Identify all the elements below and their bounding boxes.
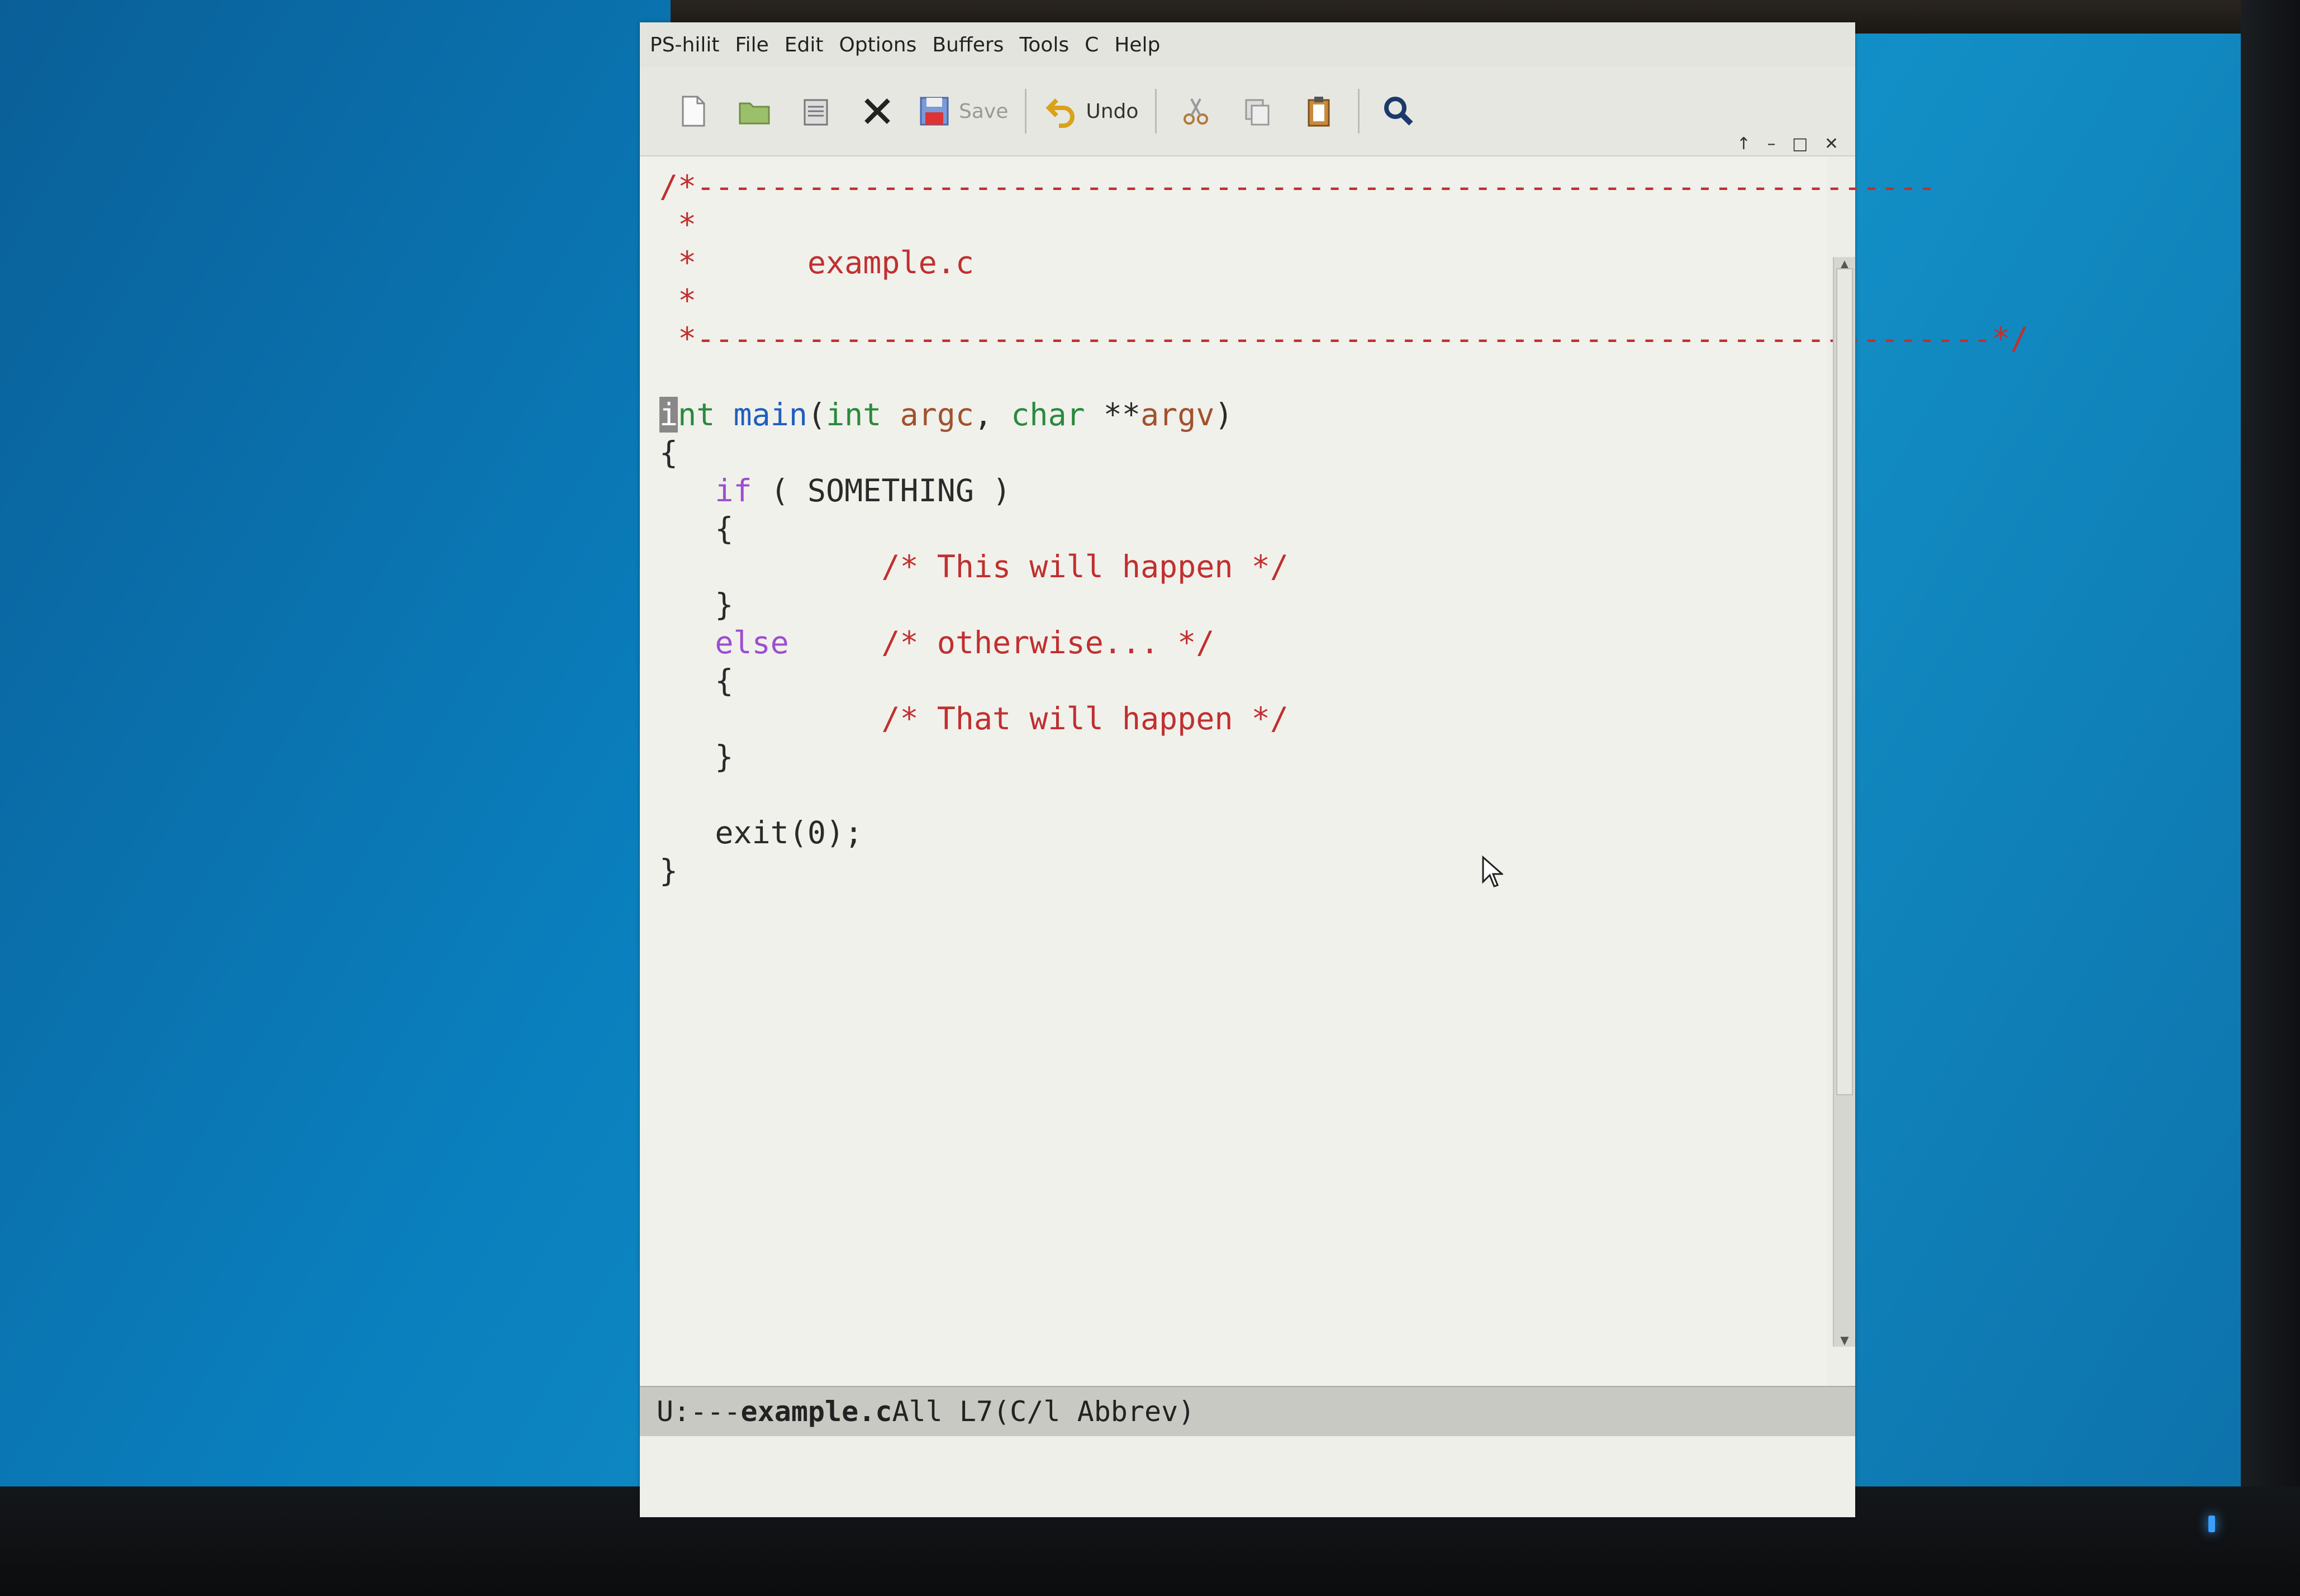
if-condition: ( SOMETHING ) [752, 473, 1011, 509]
search-button[interactable] [1376, 86, 1421, 136]
clipboard-icon [1308, 97, 1330, 127]
menu-file[interactable]: File [735, 34, 769, 56]
copy-button[interactable] [1235, 86, 1280, 136]
exit-statement: exit(0); [715, 815, 863, 851]
cut-button[interactable] [1173, 86, 1218, 136]
scroll-thumb[interactable] [1836, 268, 1853, 1095]
menu-help[interactable]: Help [1114, 34, 1160, 56]
emacs-window: PS-hilit File Edit Options Buffers Tools… [640, 22, 2028, 1517]
directory-icon [804, 99, 828, 126]
scissors-icon [1184, 98, 1209, 125]
undo-arrow-icon [1046, 98, 1075, 128]
monitor-bezel-right [2241, 0, 2300, 1596]
header-comment-line: * [659, 207, 697, 243]
else-keyword: else [715, 625, 789, 661]
toolbar-separator [1025, 89, 1027, 134]
code-line-main: int main(int argc, char **argv) [659, 397, 1233, 433]
menu-c[interactable]: C [1085, 34, 1099, 56]
copy-icon [1245, 99, 1270, 126]
new-file-button[interactable] [671, 86, 715, 136]
modeline-mode[interactable]: (C/l Abbrev) [993, 1395, 1195, 1428]
menu-options[interactable]: Options [839, 34, 916, 56]
code-editor[interactable]: /*--------------------------------------… [640, 156, 2028, 1386]
modeline-buffer-name[interactable]: example.c [741, 1395, 892, 1428]
mode-line: U:--- example.c All L7 (C/l Abbrev) [640, 1386, 1855, 1436]
filename-comment: example.c [807, 245, 974, 281]
toolbar: Save Undo [640, 67, 1855, 156]
modeline-status: U:--- [657, 1395, 741, 1428]
new-file-icon [682, 96, 705, 127]
save-button[interactable]: Save [916, 86, 1008, 136]
power-led-icon [2208, 1516, 2215, 1532]
close-icon [864, 98, 890, 124]
menu-buffers[interactable]: Buffers [932, 34, 1004, 56]
undo-button[interactable]: Undo [1043, 86, 1138, 136]
header-comment-line: /*--------------------------------------… [659, 169, 1936, 205]
floppy-disk-icon [920, 97, 949, 126]
vertical-scrollbar[interactable]: ▲ ▼ [1833, 257, 1855, 1347]
window-controls[interactable]: ↑ – □ ✕ [1737, 134, 1844, 154]
comment-this: /* This will happen */ [881, 549, 1289, 585]
header-comment-line: * [659, 245, 697, 281]
paste-button[interactable] [1296, 86, 1341, 136]
minibuffer[interactable] [640, 1436, 1855, 1517]
toolbar-separator [1358, 89, 1360, 134]
mouse-pointer-icon [1482, 855, 1503, 887]
if-keyword: if [715, 473, 752, 509]
scroll-down-icon[interactable]: ▼ [1834, 1333, 1855, 1347]
header-comment-line: *---------------------------------------… [659, 321, 2029, 357]
save-label: Save [959, 99, 1009, 123]
close-buffer-button[interactable] [855, 86, 900, 136]
toolbar-separator [1155, 89, 1157, 134]
search-icon [1384, 97, 1413, 126]
menu-tools[interactable]: Tools [1019, 34, 1069, 56]
folder-open-icon [739, 102, 770, 125]
text-cursor: i [659, 397, 678, 433]
dired-button[interactable] [793, 86, 838, 136]
menubar: PS-hilit File Edit Options Buffers Tools… [640, 22, 1855, 67]
undo-label: Undo [1086, 99, 1139, 123]
modeline-position: All L7 [892, 1395, 994, 1428]
comment-that: /* That will happen */ [881, 701, 1289, 737]
comment-otherwise: /* otherwise... */ [881, 625, 1215, 661]
menu-ps-hilit[interactable]: PS-hilit [650, 34, 720, 56]
open-file-button[interactable] [732, 86, 777, 136]
menu-edit[interactable]: Edit [785, 34, 824, 56]
header-comment-line: * [659, 283, 697, 319]
